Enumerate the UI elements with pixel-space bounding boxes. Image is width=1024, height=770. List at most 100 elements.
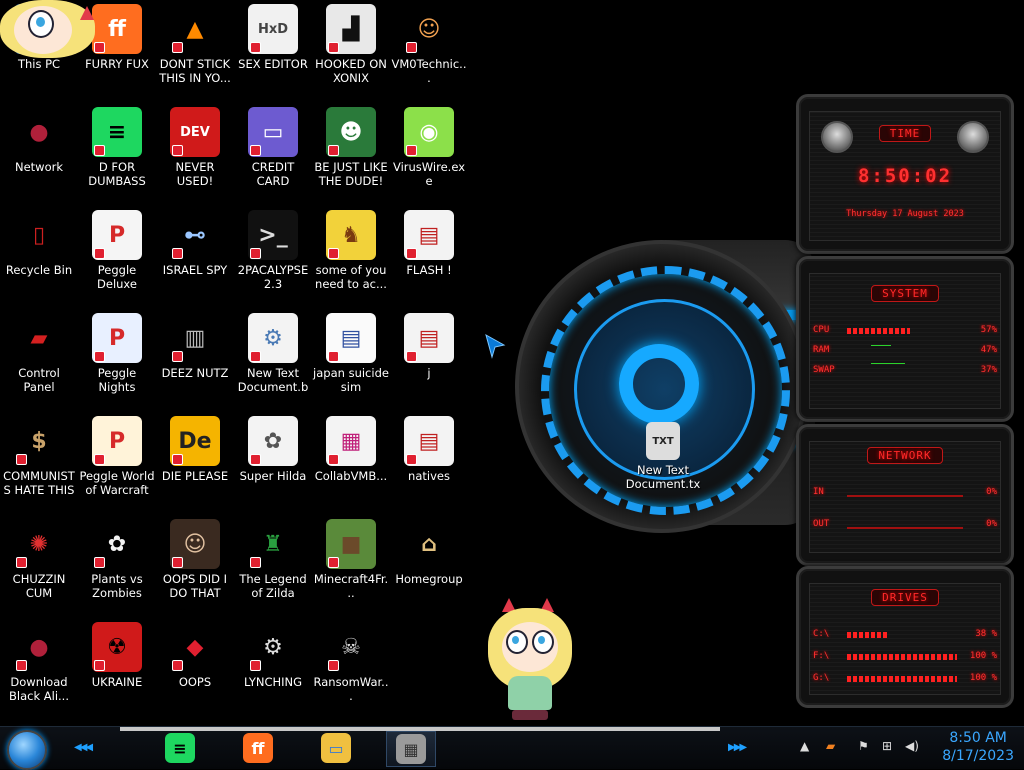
app-icon: ☻: [326, 107, 376, 157]
chevron-left-icon: ◀◀◀: [74, 742, 93, 753]
cartoon-dress: [508, 676, 552, 710]
shortcut-arrow-icon: [172, 248, 183, 259]
text-file-glyph: TXT: [652, 435, 674, 447]
shortcut-arrow-icon: [172, 42, 183, 53]
desktop-icon[interactable]: $ COMMUNISTS HATE THIS G...: [0, 412, 78, 512]
shortcut-arrow-icon: [250, 557, 261, 568]
desktop-icon-label: FLASH !: [406, 263, 452, 277]
desktop-icon[interactable]: P Peggle Deluxe: [78, 206, 156, 306]
row-value: 100 %: [969, 673, 997, 683]
desktop-icon[interactable]: ▤ FLASH !: [390, 206, 468, 306]
desktop-icon[interactable]: ● Download Black Ali...: [0, 618, 78, 718]
row-value: 0%: [986, 519, 997, 529]
desktop-icon-label: japan suicide sim: [313, 366, 389, 394]
app-icon: ▤: [404, 210, 454, 260]
app-icon-glyph: >_: [258, 222, 288, 248]
app-icon: >_: [248, 210, 298, 260]
desktop-icon-label: 2PACALYPSE 2.3: [237, 263, 309, 291]
desktop-icon[interactable]: ⊷ ISRAEL SPY: [156, 206, 234, 306]
desktop-icon[interactable]: ☢ UKRAINE: [78, 618, 156, 718]
desktop-icon[interactable]: ✿ Plants vs Zombies: [78, 515, 156, 615]
time-widget-title: TIME: [878, 125, 932, 142]
desktop-icon[interactable]: ✿ Super Hilda: [234, 412, 312, 512]
shortcut-arrow-icon: [94, 660, 105, 671]
desktop-icon[interactable]: ♞ some of you need to ac...: [312, 206, 390, 306]
desktop-icon[interactable]: ☺ OOPS DID I DO THAT: [156, 515, 234, 615]
app-icon-glyph: ▦: [340, 428, 362, 454]
desktop-icon[interactable]: ⚙ LYNCHING: [234, 618, 312, 718]
app-icon: ▥: [170, 313, 220, 363]
desktop-icon-label: NEVER USED!: [175, 160, 215, 188]
desktop-icon-new-text-document[interactable]: TXT New Text Document.txt: [624, 418, 702, 518]
desktop-icon[interactable]: ▟ HOOKED ON XONIX: [312, 0, 390, 100]
desktop-icon[interactable]: ▲ DONT STICK THIS IN YO...: [156, 0, 234, 100]
desktop-icon[interactable]: ♜ The Legend of Zilda: [234, 515, 312, 615]
desktop-icon[interactable]: ▭ CREDIT CARD CHECKER: [234, 103, 312, 203]
desktop-icon[interactable]: ▦ CollabVMB...: [312, 412, 390, 512]
desktop-icon[interactable]: ▥ DEEZ NUTZ: [156, 309, 234, 409]
desktop-icon[interactable]: ▤ natives: [390, 412, 468, 512]
clock-date: 8/17/2023: [942, 748, 1014, 764]
desktop-icon[interactable]: ☺ VM0Technic...: [390, 0, 468, 100]
desktop-icon[interactable]: ☻ BE JUST LIKE THE DUDE!: [312, 103, 390, 203]
show-hidden-icons-icon[interactable]: ▲: [800, 739, 809, 753]
row-value: 0%: [986, 487, 997, 497]
desktop-icon[interactable]: P Peggle Nights Deluxe: [78, 309, 156, 409]
row-label: C:\: [813, 629, 830, 639]
taskbar-app-file-explorer[interactable]: ▭: [312, 731, 360, 765]
app-icon-glyph: ▥: [184, 325, 206, 351]
widget-title: NETWORK: [799, 447, 1011, 464]
desktop-icon-label: CollabVMB...: [314, 469, 388, 483]
app-icon-glyph: ▤: [418, 222, 440, 248]
desktop-icon[interactable]: De DIE PLEASE: [156, 412, 234, 512]
app-icon: ff: [92, 4, 142, 54]
app-icon-glyph: ≡: [107, 119, 127, 145]
time-widget: TIME 8:50:02 Thursday 17 August 2023: [796, 94, 1014, 254]
swap-graph-line: [871, 363, 905, 364]
clock-time: 8:50 AM: [949, 730, 1007, 746]
action-center-flag-icon[interactable]: ⚑: [858, 739, 869, 753]
desktop-icon[interactable]: >_ 2PACALYPSE 2.3: [234, 206, 312, 306]
network-status-icon[interactable]: ⊞: [882, 739, 892, 753]
desktop-icon-label: This PC: [17, 57, 61, 71]
app-icon-glyph: $: [31, 428, 47, 454]
desktop-icon[interactable]: HxD SEX EDITOR: [234, 0, 312, 100]
shortcut-arrow-icon: [250, 42, 261, 53]
app-icon-glyph: ✿: [263, 428, 283, 454]
desktop-icon-label: VM0Technic...: [391, 57, 467, 85]
desktop-icon[interactable]: ⌂ Homegroup: [390, 515, 468, 615]
desktop-icon[interactable]: ⚙ New Text Document.bat: [234, 309, 312, 409]
desktop-icon[interactable]: ▰ Control Panel: [0, 309, 78, 409]
desktop-icon[interactable]: ◆ OOPS: [156, 618, 234, 718]
desktop-icon-label: COMMUNISTS HATE THIS G...: [3, 469, 75, 499]
desktop-icon[interactable]: ▯ Recycle Bin: [0, 206, 78, 306]
taskbar-app-wall[interactable]: ▦: [386, 731, 436, 767]
taskbar-clock[interactable]: 8:50 AM 8/17/2023: [942, 729, 1014, 765]
app-icon-glyph: ◉: [419, 119, 439, 145]
desktop-icon[interactable]: P Peggle World of Warcraft ...: [78, 412, 156, 512]
tray-app-icon[interactable]: ▰: [826, 739, 835, 753]
app-icon-glyph: ⊷: [184, 222, 206, 248]
spotify-icon: ≡: [165, 733, 195, 763]
desktop-icon[interactable]: ✺ CHUZZIN CUM: [0, 515, 78, 615]
desktop-icon[interactable]: ≡ D FOR DUMBASS: [78, 103, 156, 203]
desktop-icon-label: The Legend of Zilda: [239, 572, 307, 600]
desktop-icon[interactable]: ☠ RansomWar...: [312, 618, 390, 718]
desktop-icon[interactable]: ▤ japan suicide sim: [312, 309, 390, 409]
taskbar-app-firefox[interactable]: ff: [234, 731, 282, 765]
shortcut-arrow-icon: [328, 351, 339, 362]
app-icon: $: [14, 416, 64, 466]
shortcut-arrow-icon: [250, 351, 261, 362]
volume-icon[interactable]: ◀): [905, 739, 919, 753]
desktop-icon[interactable]: DEV NEVER USED!: [156, 103, 234, 203]
start-button[interactable]: [7, 730, 47, 770]
desktop-icon[interactable]: ● Network: [0, 103, 78, 203]
app-icon: ▭: [248, 107, 298, 157]
desktop-icon[interactable]: ▤ j: [390, 309, 468, 409]
widget-clock: 8:50:02: [857, 165, 953, 187]
app-icon-glyph: ●: [29, 119, 49, 145]
shortcut-arrow-icon: [328, 454, 339, 465]
desktop-icon[interactable]: ◉ VirusWire.exe: [390, 103, 468, 203]
desktop-icon[interactable]: ■ Minecraft4Fr...: [312, 515, 390, 615]
taskbar-app-spotify[interactable]: ≡: [156, 731, 204, 765]
